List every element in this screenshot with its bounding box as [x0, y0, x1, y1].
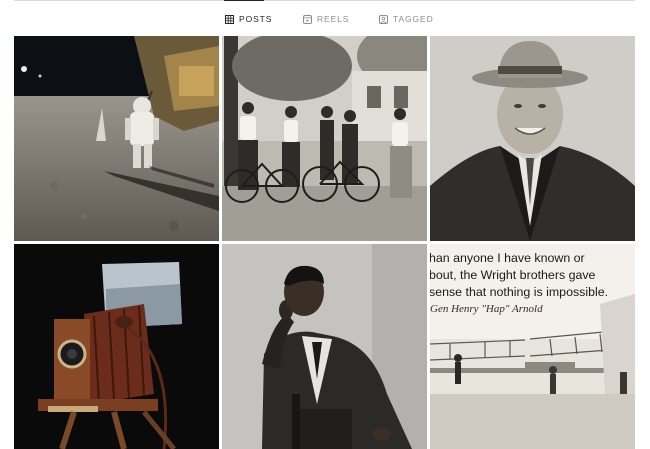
post-women-bicycles[interactable] — [222, 36, 427, 241]
post-seated-man[interactable] — [222, 244, 427, 449]
post-vintage-camera[interactable] — [14, 244, 219, 449]
grid-icon — [225, 14, 234, 24]
active-tab-indicator — [224, 0, 264, 1]
seated-man-photo — [222, 244, 427, 449]
post-man-hat[interactable] — [430, 36, 635, 241]
tab-tagged[interactable]: TAGGED — [379, 11, 434, 27]
tab-reels-label: REELS — [317, 14, 350, 24]
bicycles-photo — [222, 36, 427, 241]
man-hat-photo — [430, 36, 635, 241]
quote-line-2: bout, the Wright brothers gave — [430, 268, 596, 282]
quote-signature: Gen Henry "Hap" Arnold — [430, 303, 543, 315]
quote-text: han anyone I have known or bout, the Wri… — [430, 250, 635, 318]
tagged-icon — [379, 14, 388, 24]
quote-line-1: han anyone I have known or — [430, 251, 585, 265]
post-astronaut-moon[interactable] — [14, 36, 219, 241]
profile-tabs: POSTS REELS TAGGED — [0, 11, 650, 27]
tab-reels[interactable]: REELS — [303, 11, 349, 27]
astronaut-photo — [14, 36, 219, 241]
quote-line-3: sense that nothing is impossible. — [430, 285, 609, 299]
posts-grid: han anyone I have known or bout, the Wri… — [14, 36, 635, 449]
tab-divider — [14, 0, 635, 1]
tab-posts[interactable]: POSTS — [225, 11, 272, 27]
reels-icon — [303, 14, 312, 24]
tab-posts-label: POSTS — [239, 14, 273, 24]
camera-photo — [14, 244, 219, 449]
tab-tagged-label: TAGGED — [393, 14, 434, 24]
post-wright-quote[interactable]: han anyone I have known or bout, the Wri… — [430, 244, 635, 449]
